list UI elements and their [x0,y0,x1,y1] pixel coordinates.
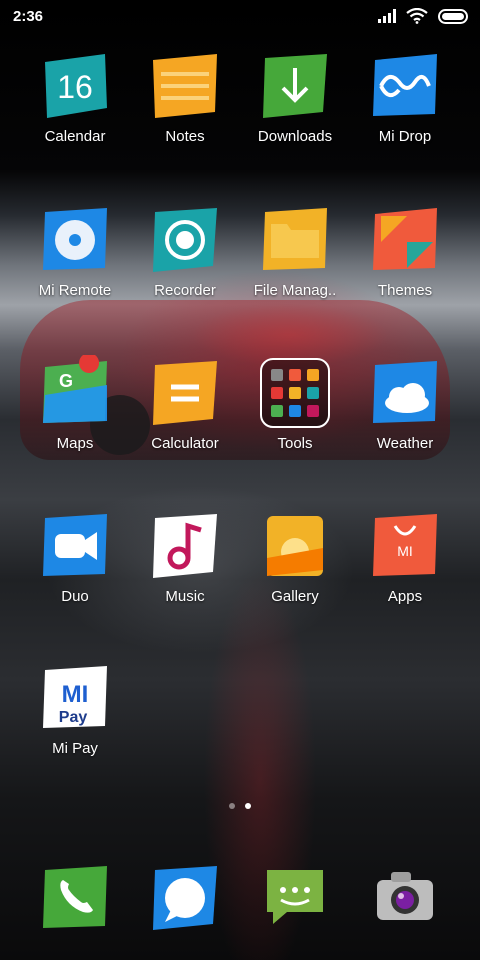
app-label: Downloads [257,128,333,145]
app-label: Maps [56,435,94,452]
app-label: Tools [277,435,313,452]
app-label: Weather [376,435,434,452]
phone-icon [37,860,113,936]
dock-sms[interactable] [236,860,354,936]
svg-text:MI: MI [397,543,413,559]
home-screen: 2:36 16 Calendar Notes Downloads Mi Drop… [0,0,480,960]
app-label: Apps [387,588,423,605]
calendar-icon: 16 [37,48,113,124]
app-calculator[interactable]: Calculator [126,355,244,452]
signal-icon [378,9,396,23]
status-icons [378,8,468,24]
app-mi-drop[interactable]: Mi Drop [346,48,464,145]
app-notes[interactable]: Notes [126,48,244,145]
downloads-icon [257,48,333,124]
sms-icon [257,860,333,936]
camera-icon [367,860,443,936]
mi-remote-icon [37,202,113,278]
mi-pay-icon: MI Pay [37,660,113,736]
notes-icon [147,48,223,124]
status-bar: 2:36 [0,0,480,36]
app-label: Recorder [154,282,216,299]
app-label: Mi Pay [52,740,98,757]
page-indicator [0,803,480,809]
app-label: Gallery [271,588,319,605]
battery-icon [438,8,468,24]
themes-icon [367,202,443,278]
dock-phone[interactable] [16,860,134,936]
app-mi-remote[interactable]: Mi Remote [16,202,134,299]
dock-messages[interactable] [126,860,244,936]
app-label: Mi Remote [38,282,112,299]
app-recorder[interactable]: Recorder [126,202,244,299]
page-dot-active[interactable] [245,803,251,809]
app-music[interactable]: Music [126,508,244,605]
app-label: Music [165,588,205,605]
app-mi-pay[interactable]: MI Pay Mi Pay [16,660,134,757]
app-label: File Manag.. [253,282,337,299]
app-downloads[interactable]: Downloads [236,48,354,145]
app-themes[interactable]: Themes [346,202,464,299]
app-label: Mi Drop [378,128,432,145]
maps-icon: G [37,355,113,431]
dock-camera[interactable] [346,860,464,936]
recorder-icon [147,202,223,278]
app-label: Themes [377,282,433,299]
tools-folder-icon [257,355,333,431]
folder-icon [257,202,333,278]
svg-text:G: G [59,371,73,391]
calculator-icon [147,355,223,431]
app-label: Duo [61,588,89,605]
wifi-icon [406,8,428,24]
svg-text:MI: MI [62,681,89,708]
svg-text:Pay: Pay [59,709,88,726]
weather-icon [367,355,443,431]
chat-bubble-icon [147,860,223,936]
gallery-icon [257,508,333,584]
app-maps[interactable]: G Maps [16,355,134,452]
mi-store-icon: MI [367,508,443,584]
app-label: Calendar [44,128,106,145]
status-time: 2:36 [13,8,44,25]
mi-drop-icon [367,48,443,124]
page-dot[interactable] [229,803,235,809]
app-label: Notes [165,128,205,145]
svg-text:16: 16 [57,69,93,105]
app-calendar[interactable]: 16 Calendar [16,48,134,145]
app-apps[interactable]: MI Apps [346,508,464,605]
app-gallery[interactable]: Gallery [236,508,354,605]
app-label: Calculator [151,435,219,452]
app-tools-folder[interactable]: Tools [236,355,354,452]
app-weather[interactable]: Weather [346,355,464,452]
app-duo[interactable]: Duo [16,508,134,605]
music-note-icon [147,508,223,584]
app-file-manager[interactable]: File Manag.. [236,202,354,299]
duo-icon [37,508,113,584]
